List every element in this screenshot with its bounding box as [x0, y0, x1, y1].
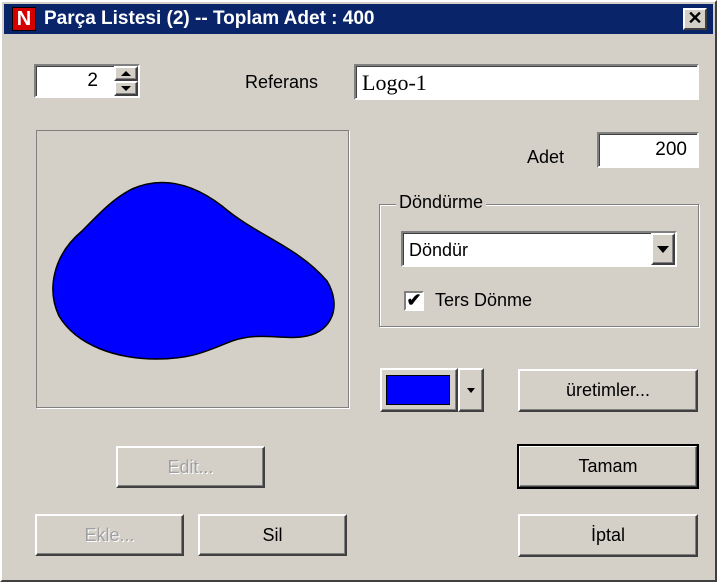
- reverse-rotation-checkbox[interactable]: ✔: [404, 291, 424, 311]
- reference-value: Logo-1: [362, 70, 427, 95]
- rotation-group-title: Döndürme: [396, 192, 487, 213]
- add-button[interactable]: Ekle...: [35, 514, 184, 556]
- rotation-dropdown-button[interactable]: [651, 233, 675, 265]
- color-dropdown-button[interactable]: [458, 368, 484, 412]
- reverse-rotation-label: Ters Dönme: [435, 290, 533, 310]
- quantity-input[interactable]: 200: [597, 132, 699, 168]
- reference-input[interactable]: Logo-1: [354, 64, 699, 100]
- edit-button[interactable]: Edit...: [116, 446, 265, 488]
- rotation-select[interactable]: Döndür: [401, 231, 677, 267]
- index-spinner-value: 2: [87, 70, 98, 91]
- delete-button[interactable]: Sil: [198, 514, 347, 556]
- productions-button-label: üretimler...: [565, 380, 651, 400]
- spin-up-icon: [121, 71, 131, 76]
- index-spinner[interactable]: 2: [34, 64, 140, 98]
- dialog-window: N Parça Listesi (2) -- Toplam Adet : 400…: [0, 0, 717, 582]
- reference-label: Referans: [245, 72, 319, 92]
- add-button-label: Ekle...: [84, 524, 135, 545]
- quantity-label: Adet: [527, 147, 565, 167]
- edit-button-label: Edit...: [167, 456, 214, 477]
- chevron-down-icon: [657, 245, 669, 253]
- chevron-down-icon: [467, 387, 475, 393]
- close-button[interactable]: ✕: [683, 8, 707, 30]
- part-shape: [52, 181, 335, 360]
- delete-button-label: Sil: [262, 524, 283, 545]
- spin-down-button[interactable]: [114, 81, 138, 96]
- app-icon: N: [12, 7, 36, 31]
- cancel-button-label: İptal: [590, 525, 626, 545]
- title-bar[interactable]: N Parça Listesi (2) -- Toplam Adet : 400…: [4, 4, 713, 34]
- ok-button-label: Tamam: [578, 456, 638, 476]
- spin-up-button[interactable]: [114, 66, 138, 81]
- ok-button[interactable]: Tamam: [517, 444, 699, 489]
- color-picker-button[interactable]: [380, 368, 458, 412]
- rotation-select-value: Döndür: [409, 240, 469, 260]
- cancel-button[interactable]: İptal: [518, 514, 698, 557]
- part-preview: [36, 130, 349, 408]
- productions-button[interactable]: üretimler...: [518, 369, 698, 412]
- quantity-value: 200: [655, 139, 687, 160]
- spin-down-icon: [121, 86, 131, 91]
- window-title: Parça Listesi (2) -- Toplam Adet : 400: [44, 8, 375, 29]
- color-swatch: [386, 375, 450, 405]
